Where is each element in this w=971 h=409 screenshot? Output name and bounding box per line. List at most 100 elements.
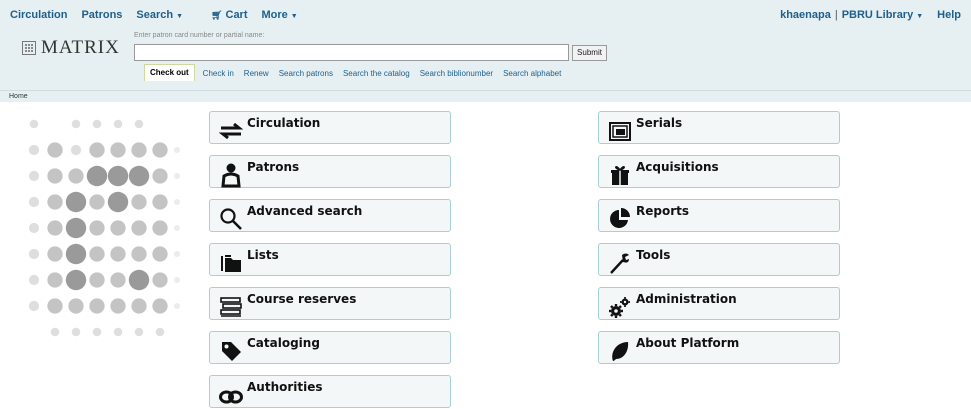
module-acquisitions[interactable]: Acquisitions	[598, 155, 840, 188]
decor-dot	[28, 274, 40, 286]
decor-dot	[174, 251, 180, 257]
pie-chart-icon	[606, 205, 634, 233]
decor-dot	[65, 269, 87, 291]
decor-dot	[110, 246, 126, 262]
breadcrumb-home[interactable]: Home	[9, 93, 28, 100]
decor-dot	[47, 298, 63, 314]
decor-dot	[47, 168, 63, 184]
decor-dot	[128, 269, 150, 291]
module-label: Acquisitions	[636, 160, 719, 174]
nav-more[interactable]: More ▼	[262, 9, 312, 21]
module-label: Serials	[636, 116, 683, 130]
decor-dot	[174, 173, 180, 179]
module-label: Course reserves	[247, 292, 357, 306]
nav-circulation[interactable]: Circulation	[10, 9, 67, 21]
module-label: Lists	[247, 248, 279, 262]
module-label: Authorities	[247, 380, 323, 394]
module-tools[interactable]: Tools	[598, 243, 840, 276]
tab-check-out[interactable]: Check out	[144, 64, 195, 81]
module-advanced-search[interactable]: Advanced search	[209, 199, 451, 232]
decor-dot	[131, 220, 147, 236]
decor-dot	[89, 246, 105, 262]
module-administration[interactable]: Administration	[598, 287, 840, 320]
module-label: Circulation	[247, 116, 321, 130]
library-selector[interactable]: PBRU Library ▼	[842, 9, 923, 21]
decor-dot	[68, 298, 84, 314]
decor-dot	[152, 272, 168, 288]
decor-dot	[174, 199, 180, 205]
decor-dot	[152, 168, 168, 184]
tab-search-alphabet[interactable]: Search alphabet	[503, 69, 561, 81]
decor-dot	[28, 300, 40, 312]
logo[interactable]: MATRIX	[22, 37, 120, 59]
search-icon	[217, 205, 245, 233]
decor-dot	[89, 194, 105, 210]
chevron-down-icon: ▼	[176, 13, 184, 20]
nav-cart[interactable]: 🛒︎ Cart	[211, 9, 247, 21]
library-name: PBRU Library	[841, 9, 914, 21]
newspaper-icon	[606, 117, 634, 145]
header-search-area: MATRIX Enter patron card number or parti…	[0, 27, 971, 90]
decor-dot	[70, 144, 82, 156]
nav-cart-label: Cart	[225, 9, 248, 21]
tab-search-patrons[interactable]: Search patrons	[279, 69, 333, 81]
nav-separator: |	[834, 9, 838, 21]
module-lists[interactable]: Lists	[209, 243, 451, 276]
decor-dot	[131, 142, 147, 158]
decor-dot	[47, 272, 63, 288]
decor-dot	[131, 246, 147, 262]
module-reports[interactable]: Reports	[598, 199, 840, 232]
decor-dot	[107, 165, 129, 187]
tab-search-catalog[interactable]: Search the catalog	[343, 69, 410, 81]
logo-mark-icon	[22, 41, 36, 55]
module-label: Advanced search	[247, 204, 363, 218]
decor-dot	[174, 225, 180, 231]
decor-dot	[131, 194, 147, 210]
tab-search-biblionumber[interactable]: Search biblionumber	[420, 69, 493, 81]
books-icon	[217, 293, 245, 321]
help-link[interactable]: Help	[937, 9, 961, 21]
decor-dot	[92, 119, 102, 129]
module-authorities[interactable]: Authorities	[209, 375, 451, 408]
module-label: Tools	[636, 248, 671, 262]
leaf-icon	[606, 337, 634, 365]
nav-search[interactable]: Search ▼	[136, 9, 197, 21]
module-label: Patrons	[247, 160, 300, 174]
module-cataloging[interactable]: Cataloging	[209, 331, 451, 364]
module-about-platform[interactable]: About Platform	[598, 331, 840, 364]
nav-more-label: More	[261, 9, 288, 21]
decor-dot	[110, 142, 126, 158]
decor-dot	[107, 191, 129, 213]
decor-dot	[28, 248, 40, 260]
decor-dot	[89, 272, 105, 288]
module-serials[interactable]: Serials	[598, 111, 840, 144]
logged-in-user[interactable]: khaenapa	[780, 9, 831, 21]
search-tabs: Check out Check in Renew Search patrons …	[144, 64, 571, 81]
decor-dot	[113, 327, 123, 337]
tab-renew[interactable]: Renew	[244, 69, 269, 81]
decor-dot	[47, 142, 63, 158]
top-navbar: Circulation Patrons Search ▼ 🛒︎ Cart More ▼…	[0, 0, 971, 27]
patron-search-hint: Enter patron card number or partial name…	[134, 32, 265, 39]
tab-check-in[interactable]: Check in	[203, 69, 234, 81]
cart-icon: 🛒︎	[211, 10, 223, 20]
decor-dot	[71, 327, 81, 337]
decor-dot	[155, 327, 165, 337]
logo-text: MATRIX	[41, 37, 120, 58]
module-label: About Platform	[636, 336, 740, 350]
arrows-icon	[217, 117, 245, 145]
decor-dot	[174, 147, 180, 153]
decor-dot	[131, 298, 147, 314]
decor-dot	[152, 246, 168, 262]
decor-dot	[28, 144, 40, 156]
module-patrons[interactable]: Patrons	[209, 155, 451, 188]
module-course-reserves[interactable]: Course reserves	[209, 287, 451, 320]
decor-dot	[71, 119, 81, 129]
nav-search-label: Search	[136, 9, 174, 21]
decor-dot	[174, 277, 180, 283]
decor-dot	[47, 220, 63, 236]
module-circulation[interactable]: Circulation	[209, 111, 451, 144]
nav-patrons[interactable]: Patrons	[81, 9, 122, 21]
patron-search-input[interactable]	[134, 44, 569, 61]
submit-button[interactable]: Submit	[572, 45, 607, 61]
